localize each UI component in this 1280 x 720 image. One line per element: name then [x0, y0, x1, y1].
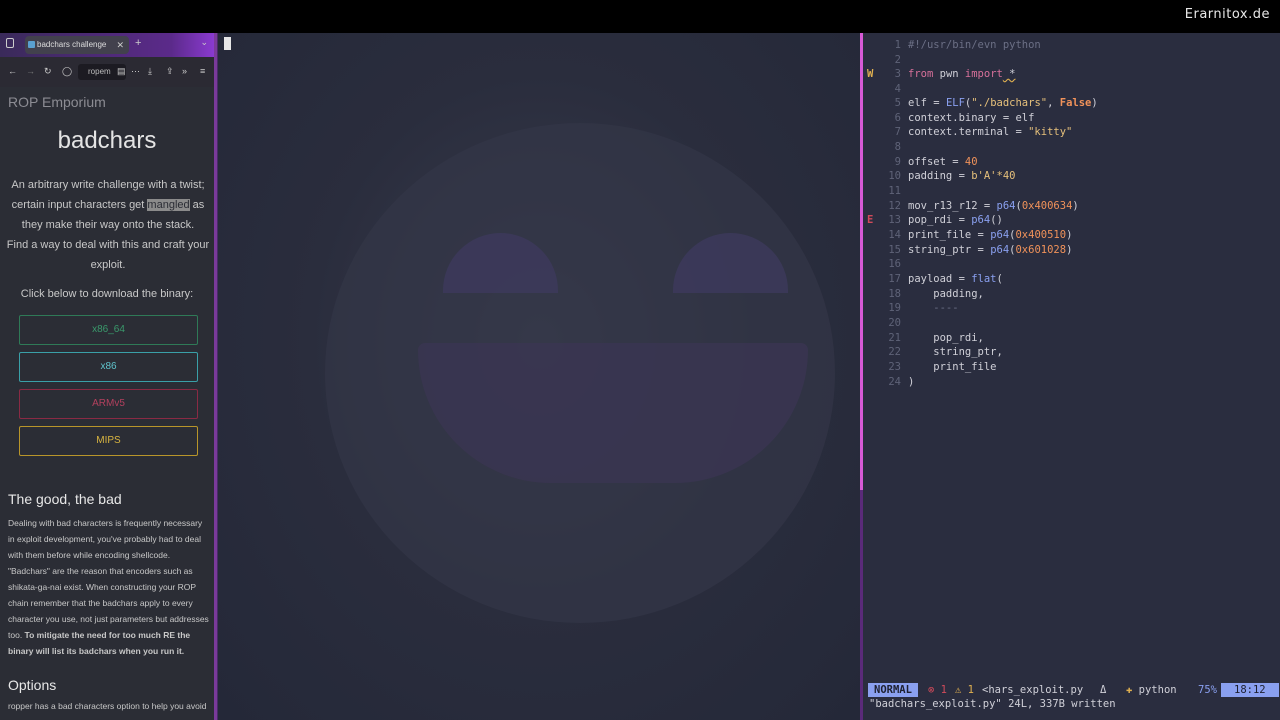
browser-tab[interactable]: badchars challenge ✕: [25, 36, 129, 54]
hamburger-menu-icon[interactable]: ≡: [200, 66, 205, 76]
error-count: ⊗ 1: [928, 684, 947, 696]
git-diff-icon: Δ: [1100, 684, 1107, 696]
download-armv5-button[interactable]: ARMv5: [19, 389, 198, 419]
challenge-description: An arbitrary write challenge with a twis…: [6, 175, 210, 275]
code-line-24[interactable]: ): [908, 375, 914, 390]
top-bar: Erarnitox.de: [0, 0, 1280, 33]
browser-nav-bar: ← → ↻ ◯ ropem ▤ ⋯ ⤓ ⇪ » ≡: [0, 57, 214, 87]
terminal-cursor: [224, 37, 231, 50]
download-label: Click below to download the binary:: [20, 288, 194, 300]
code-line-19[interactable]: ----: [908, 301, 958, 316]
close-tab-icon[interactable]: ✕: [116, 36, 124, 54]
code-line-5[interactable]: elf = ELF("./badchars", False): [908, 96, 1098, 111]
tab-list-icon[interactable]: [6, 38, 14, 48]
line-number: 12: [888, 200, 901, 212]
chevron-down-icon[interactable]: ⌄: [200, 37, 208, 48]
line-number: 13: [888, 214, 901, 226]
line-number: 3: [894, 68, 901, 80]
back-icon[interactable]: ←: [8, 66, 17, 76]
line-number: 4: [894, 83, 901, 95]
code-line-21[interactable]: pop_rdi,: [908, 331, 984, 346]
line-number: 20: [888, 317, 901, 329]
highlighted-word: mangled: [147, 199, 190, 211]
vim-statusline: NORMAL ⊗ 1 ⚠ 1 <hars_exploit.py Δ ✚ pyth…: [868, 683, 1279, 697]
line-number: 22: [888, 346, 901, 358]
python-icon: ✚: [1126, 684, 1133, 696]
code-line-7[interactable]: context.terminal = "kitty": [908, 125, 1072, 140]
line-number: 21: [888, 332, 901, 344]
share-icon[interactable]: ⇪: [166, 66, 174, 77]
code-line-22[interactable]: string_ptr,: [908, 345, 1003, 360]
line-number: 23: [888, 361, 901, 373]
line-number: 14: [888, 229, 901, 241]
line-number: 18: [888, 288, 901, 300]
code-line-13[interactable]: pop_rdi = p64(): [908, 213, 1003, 228]
line-number: 15: [888, 244, 901, 256]
line-number: 19: [888, 302, 901, 314]
line-number: 7: [894, 126, 901, 138]
line-number: 24: [888, 376, 901, 388]
line-number: 16: [888, 258, 901, 270]
code-line-1[interactable]: #!/usr/bin/evn python: [908, 38, 1041, 53]
code-line-3[interactable]: from pwn import *: [908, 67, 1016, 82]
web-page: ROP Emporium badchars An arbitrary write…: [0, 87, 214, 720]
warning-sign-icon: W: [867, 68, 874, 80]
tab-title: badchars challenge: [37, 40, 107, 49]
scroll-percent: 75%: [1198, 684, 1217, 696]
download-mips-button[interactable]: MIPS: [19, 426, 198, 456]
file-name: <hars_exploit.py: [982, 684, 1084, 696]
site-title[interactable]: ROP Emporium: [8, 94, 106, 110]
warning-count: ⚠ 1: [955, 684, 974, 696]
new-tab-icon[interactable]: +: [135, 37, 141, 49]
error-sign-icon: E: [867, 214, 874, 226]
browser-window: badchars challenge ✕ + ⌄ ← → ↻ ◯ ropem ▤…: [0, 33, 217, 720]
section-bold-text: To mitigate the need for too much RE the…: [8, 630, 191, 656]
terminal-pane[interactable]: [217, 33, 862, 720]
section-text: Dealing with bad characters is frequentl…: [8, 518, 209, 640]
line-number: 10: [888, 170, 901, 182]
page-heading: badchars: [57, 127, 157, 154]
code-line-9[interactable]: offset = 40: [908, 155, 978, 170]
more-icon[interactable]: ⋯: [131, 66, 140, 77]
shield-icon[interactable]: ◯: [62, 66, 72, 77]
line-number: 2: [894, 54, 901, 66]
download-icon[interactable]: ⤓: [148, 66, 152, 77]
code-line-23[interactable]: print_file: [908, 360, 996, 375]
command-message: "badchars_exploit.py" 24L, 337B written: [869, 698, 1116, 710]
overflow-icon[interactable]: »: [182, 66, 187, 76]
line-number: 5: [894, 97, 901, 109]
line-number: 9: [894, 156, 901, 168]
code-line-6[interactable]: context.binary = elf: [908, 111, 1034, 126]
line-number: 11: [888, 185, 901, 197]
favicon-icon: [28, 41, 35, 48]
line-number: 8: [894, 141, 901, 153]
file-type-label: python: [1138, 684, 1177, 696]
code-line-12[interactable]: mov_r13_r12 = p64(0x400634): [908, 199, 1079, 214]
section-title-options: Options: [8, 677, 57, 693]
line-number: 17: [888, 273, 901, 285]
reload-icon[interactable]: ↻: [44, 66, 52, 77]
code-line-18[interactable]: padding,: [908, 287, 984, 302]
browser-tab-bar: badchars challenge ✕ + ⌄: [0, 33, 214, 57]
code-line-14[interactable]: print_file = p64(0x400510): [908, 228, 1072, 243]
desc-text-3: Find a way to deal with this and craft y…: [6, 239, 210, 271]
section-paragraph: Dealing with bad characters is frequentl…: [8, 515, 210, 659]
code-line-17[interactable]: payload = flat(: [908, 272, 1003, 287]
options-paragraph: ropper has a bad characters option to he…: [8, 701, 207, 711]
code-editor[interactable]: 1 2 W 3 4 5 6 7 8 9 10 11 12 E 13 14 15 16 17 18 19 20 21 22 23 2…: [863, 33, 1280, 720]
download-x86-button[interactable]: x86: [19, 352, 198, 382]
line-number: 6: [894, 112, 901, 124]
mode-indicator: NORMAL: [868, 683, 918, 697]
line-number: 1: [894, 39, 901, 51]
file-type: ✚ python: [1126, 683, 1177, 697]
download-x86_64-button[interactable]: x86_64: [19, 315, 198, 345]
section-title-good-bad: The good, the bad: [8, 491, 122, 507]
forward-icon[interactable]: →: [26, 66, 35, 76]
brand-watermark: Erarnitox.de: [1184, 7, 1270, 22]
reader-icon[interactable]: ▤: [117, 66, 126, 77]
code-line-15[interactable]: string_ptr = p64(0x601028): [908, 243, 1072, 258]
cursor-position: 18:12: [1221, 683, 1279, 697]
code-line-10[interactable]: padding = b'A'*40: [908, 169, 1015, 184]
